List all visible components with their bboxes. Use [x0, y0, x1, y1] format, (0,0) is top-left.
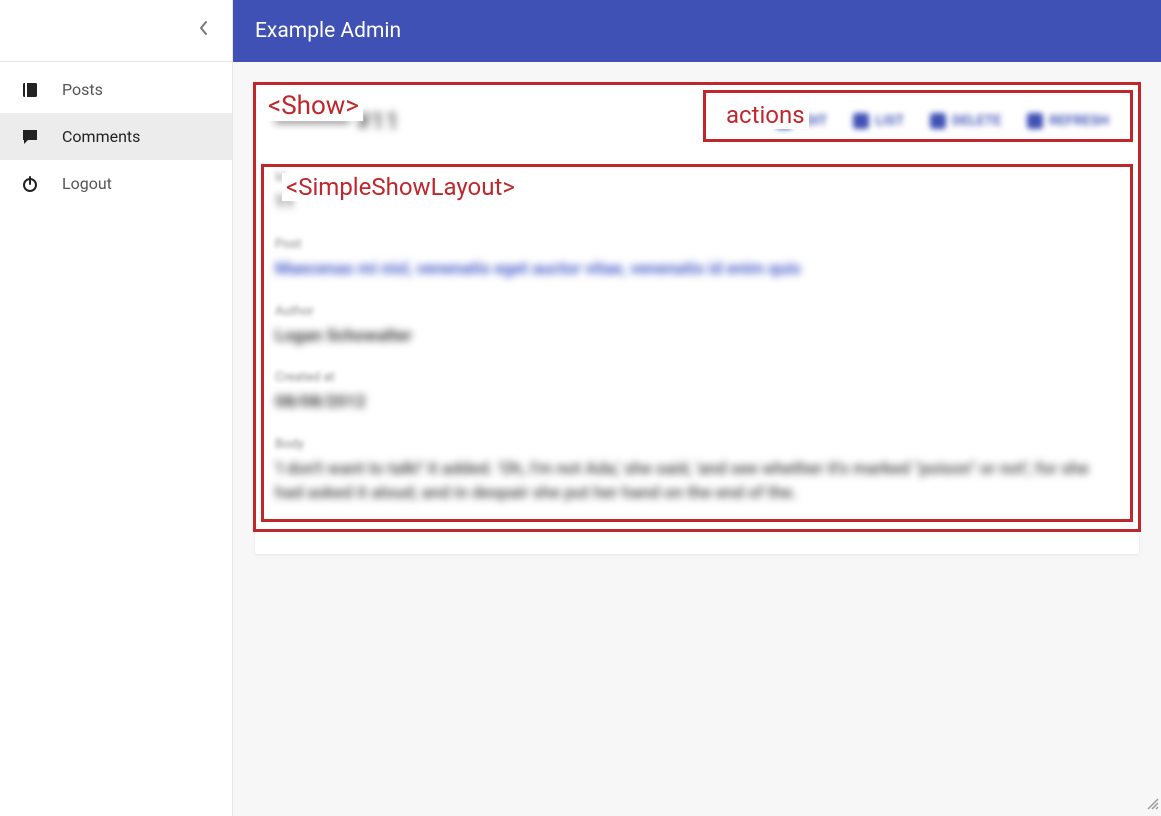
app-title: Example Admin [255, 19, 401, 43]
actions-toolbar: EDIT LIST DELETE REFRESH [766, 107, 1119, 135]
trash-icon [930, 113, 946, 129]
sidebar-nav: Posts Comments Logout [0, 62, 232, 207]
main: Example Admin ━━━━━ #11 EDIT LIST DELETE… [233, 0, 1161, 816]
field-value: 11 [275, 191, 1119, 215]
sidebar-item-label: Logout [62, 174, 112, 193]
simple-show-layout: Id 11 Post Maecenas mi nisl, venenatis e… [255, 152, 1139, 554]
field-label: Created at [275, 370, 1119, 385]
appbar: Example Admin [233, 0, 1161, 62]
sidebar-item-posts[interactable]: Posts [0, 66, 232, 113]
sidebar-item-label: Posts [62, 80, 103, 99]
show-card: ━━━━━ #11 EDIT LIST DELETE REFRESH Id 11 [255, 84, 1139, 554]
book-icon [20, 81, 40, 99]
page-title: ━━━━━ #11 [275, 107, 399, 135]
pencil-icon [776, 113, 792, 129]
field-author: Author Logan Schowalter [275, 304, 1119, 349]
field-body: Body 'I don't want to talk!' it added. '… [275, 437, 1119, 506]
sidebar-item-comments[interactable]: Comments [0, 113, 232, 160]
field-value: 'I don't want to talk!' it added. 'Oh, I… [275, 458, 1119, 506]
delete-button[interactable]: DELETE [930, 113, 1001, 129]
refresh-icon [1027, 113, 1043, 129]
edit-button[interactable]: EDIT [776, 113, 827, 129]
power-icon [20, 175, 40, 193]
chevron-left-icon [198, 20, 208, 41]
refresh-button[interactable]: REFRESH [1027, 113, 1109, 129]
field-label: Body [275, 437, 1119, 452]
content: ━━━━━ #11 EDIT LIST DELETE REFRESH Id 11 [233, 62, 1161, 554]
field-post: Post Maecenas mi nisl, venenatis eget au… [275, 237, 1119, 282]
field-id: Id 11 [275, 170, 1119, 215]
field-value: 08/08/2012 [275, 391, 1119, 415]
list-button[interactable]: LIST [853, 113, 904, 129]
sidebar-item-logout[interactable]: Logout [0, 160, 232, 207]
field-value: Logan Schowalter [275, 325, 1119, 349]
field-label: Id [275, 170, 1119, 185]
chat-icon [20, 128, 40, 146]
list-icon [853, 113, 869, 129]
card-header: ━━━━━ #11 EDIT LIST DELETE REFRESH [255, 84, 1139, 152]
sidebar-item-label: Comments [62, 127, 140, 146]
field-label: Author [275, 304, 1119, 319]
resize-grip-icon[interactable] [1145, 795, 1159, 814]
field-value[interactable]: Maecenas mi nisl, venenatis eget auctor … [275, 258, 1119, 282]
sidebar-collapse[interactable] [0, 0, 232, 62]
sidebar: Posts Comments Logout [0, 0, 233, 816]
field-label: Post [275, 237, 1119, 252]
field-created-at: Created at 08/08/2012 [275, 370, 1119, 415]
